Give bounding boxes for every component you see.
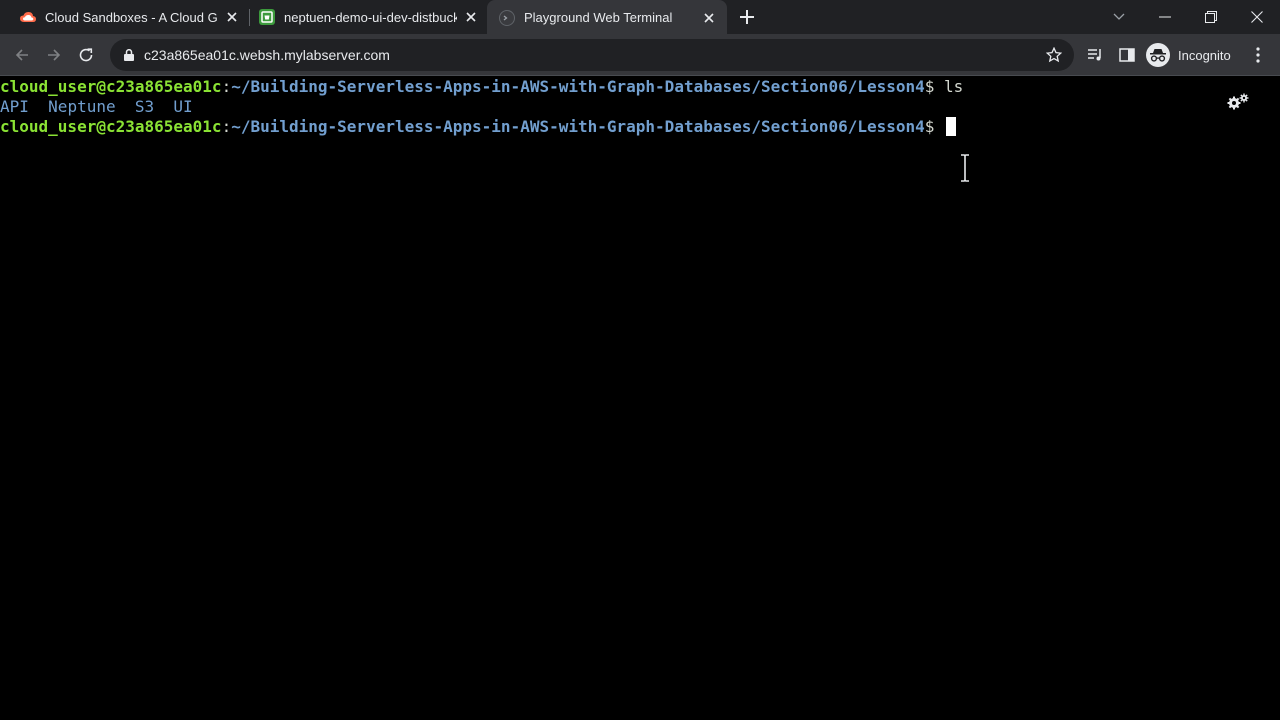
cloud-icon <box>20 9 36 25</box>
dir-entry: API <box>0 97 29 116</box>
text-cursor-icon <box>958 154 972 182</box>
dir-entry: S3 <box>134 97 155 116</box>
reload-button[interactable] <box>72 41 100 69</box>
reload-icon <box>79 48 93 62</box>
tab-title: neptuen-demo-ui-dev-distbucke <box>284 9 457 25</box>
tab-title: Cloud Sandboxes - A Cloud Guru <box>45 9 218 25</box>
more-vert-icon <box>1256 47 1260 63</box>
gears-icon <box>1227 93 1249 110</box>
back-button[interactable] <box>8 41 36 69</box>
terminal-settings-button[interactable] <box>1226 92 1250 112</box>
terminal-line-prompt-2: cloud_user@c23a865ea01c:~/Building-Serve… <box>0 117 957 137</box>
typed-command: ls <box>934 77 964 96</box>
incognito-icon <box>1146 43 1170 67</box>
prompt-path: ~/Building-Serverless-Apps-in-AWS-with-G… <box>231 117 925 136</box>
close-tab-icon[interactable] <box>224 9 240 25</box>
restore-button[interactable] <box>1188 0 1234 34</box>
tab-playground-web-terminal[interactable]: Playground Web Terminal <box>487 0 727 35</box>
terminal-line-ls-output: API Neptune S3 UI <box>0 97 193 117</box>
dir-entry: Neptune <box>48 97 116 116</box>
prompt-path: ~/Building-Serverless-Apps-in-AWS-with-G… <box>231 77 925 96</box>
prompt-symbol: $ <box>924 117 935 136</box>
new-tab-button[interactable] <box>736 6 758 28</box>
prompt-separator: : <box>221 117 232 136</box>
prompt-user-host: cloud_user@c23a865ea01c <box>0 117 222 136</box>
bookmark-star-icon[interactable] <box>1044 45 1064 65</box>
tab-search-button[interactable] <box>1096 0 1142 34</box>
plus-icon <box>740 10 754 24</box>
incognito-label: Incognito <box>1178 47 1231 63</box>
close-tab-icon[interactable] <box>701 10 717 26</box>
address-url: c23a865ea01c.websh.mylabserver.com <box>144 47 390 63</box>
address-bar[interactable]: c23a865ea01c.websh.mylabserver.com <box>110 39 1074 71</box>
terminal-cursor <box>946 117 957 136</box>
minimize-button[interactable] <box>1142 0 1188 34</box>
tab-title: Playground Web Terminal <box>524 10 673 25</box>
prompt-symbol: $ <box>924 77 935 96</box>
tab-neptune-demo-bucket[interactable]: neptuen-demo-ui-dev-distbucke <box>251 0 487 34</box>
arrow-left-icon <box>15 49 28 61</box>
close-window-button[interactable] <box>1234 0 1280 34</box>
side-panel-icon <box>1119 48 1135 62</box>
restore-icon <box>1205 11 1217 23</box>
media-playlist-icon <box>1088 49 1101 61</box>
incognito-indicator[interactable]: Incognito <box>1146 42 1231 68</box>
arrow-right-icon <box>48 49 61 61</box>
prompt-user-host: cloud_user@c23a865ea01c <box>0 77 222 96</box>
tab-cloud-sandboxes[interactable]: Cloud Sandboxes - A Cloud Guru <box>12 0 248 34</box>
browser-toolbar: c23a865ea01c.websh.mylabserver.com Incog… <box>0 34 1280 76</box>
reading-list-button[interactable] <box>1081 41 1109 69</box>
prompt-separator: : <box>221 77 232 96</box>
lock-icon[interactable] <box>122 48 136 62</box>
forward-button[interactable] <box>40 41 68 69</box>
bucket-icon <box>259 9 275 25</box>
chevron-down-icon <box>1113 13 1125 20</box>
close-icon <box>1251 11 1263 23</box>
terminal-line-prompt-1: cloud_user@c23a865ea01c:~/Building-Serve… <box>0 77 963 97</box>
side-panel-button[interactable] <box>1113 41 1141 69</box>
browser-menu-button[interactable] <box>1244 41 1272 69</box>
typed-command <box>934 117 944 136</box>
close-tab-icon[interactable] <box>463 9 479 25</box>
tab-divider <box>249 9 250 26</box>
dir-entry: UI <box>173 97 193 116</box>
web-terminal[interactable]: cloud_user@c23a865ea01c:~/Building-Serve… <box>0 77 1280 720</box>
terminal-icon <box>499 9 515 26</box>
minimize-icon <box>1159 16 1171 18</box>
browser-tab-strip: Cloud Sandboxes - A Cloud Guru neptuen-d… <box>0 0 1280 35</box>
